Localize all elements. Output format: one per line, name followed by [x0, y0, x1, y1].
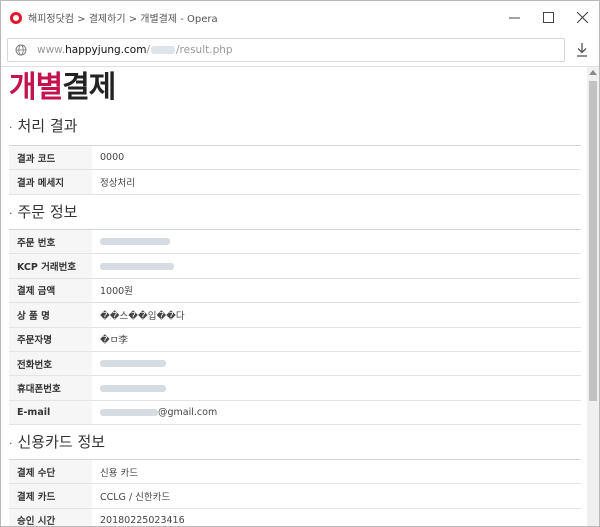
- row-label: 결과 메세지: [9, 169, 92, 195]
- row-value: [92, 253, 581, 279]
- page-title-accent: 개별: [9, 70, 63, 105]
- row-label: 전화번호: [9, 351, 92, 377]
- maximize-button[interactable]: [531, 1, 565, 34]
- table-row: 결과 메세지 정상처리: [9, 169, 581, 195]
- section-heading-result-text: 처리 결과: [17, 117, 78, 135]
- section-heading-card: · 신용카드 정보: [9, 431, 105, 452]
- maximize-icon: [542, 12, 554, 23]
- row-label: 주문 번호: [9, 229, 92, 255]
- download-icon[interactable]: [575, 42, 589, 58]
- row-label: 결과 코드: [9, 145, 92, 171]
- row-label: 결제 수단: [9, 459, 92, 485]
- row-label: 주문자명: [9, 327, 92, 352]
- url-text: www.happyjung.com//result.php: [37, 44, 233, 56]
- redacted-value: [100, 262, 174, 270]
- row-value: [92, 375, 581, 401]
- row-label: KCP 거래번호: [9, 253, 92, 279]
- page-content: 개별결제 · 처리 결과 결과 코드 0000 결과 메세지 정상처리 · 주문 정…: [1, 67, 587, 526]
- table-row: 승인 시간 20180225023416: [9, 508, 581, 526]
- section-heading-result: · 처리 결과: [9, 115, 77, 136]
- row-value: 20180225023416: [92, 508, 581, 526]
- table-row: 주문자명 �ㅁ李: [9, 327, 581, 352]
- redacted-value: [100, 408, 158, 416]
- redacted-value: [100, 238, 170, 246]
- result-table: 결과 코드 0000 결과 메세지 정상처리: [9, 145, 581, 195]
- vertical-scrollbar[interactable]: [587, 67, 599, 526]
- row-value: 1000원: [92, 278, 581, 304]
- row-value: @gmail.com: [92, 400, 581, 426]
- row-label: 휴대폰번호: [9, 375, 92, 401]
- window-controls: [497, 1, 599, 34]
- globe-icon: [15, 44, 27, 56]
- table-row: 주문 번호: [9, 229, 581, 255]
- row-value: [92, 229, 581, 255]
- redacted-value: [100, 360, 166, 368]
- bullet-icon: ·: [9, 121, 13, 134]
- table-row: 휴대폰번호: [9, 375, 581, 401]
- bullet-icon: ·: [9, 207, 13, 220]
- scroll-thumb[interactable]: [589, 81, 597, 401]
- table-row: E-mail @gmail.com: [9, 400, 581, 426]
- url-redacted: [150, 46, 175, 54]
- row-value: ��스��입��다: [92, 302, 581, 328]
- url-host: happyjung.com: [65, 44, 147, 56]
- scroll-up-button[interactable]: [587, 69, 599, 79]
- window-title: 해피정닷컴 > 결제하기 > 개별결제 - Opera: [28, 14, 218, 25]
- section-heading-order: · 주문 정보: [9, 201, 77, 222]
- row-label: 결제 금액: [9, 278, 92, 304]
- email-domain: @gmail.com: [158, 406, 218, 418]
- row-label: 승인 시간: [9, 508, 92, 526]
- row-value: 신용 카드: [92, 459, 581, 485]
- row-value: 0000: [92, 145, 581, 171]
- table-row: 결제 카드 CCLG / 신한카드: [9, 483, 581, 509]
- section-heading-order-text: 주문 정보: [17, 203, 78, 221]
- bullet-icon: ·: [9, 437, 13, 450]
- minimize-icon: [508, 17, 520, 19]
- redacted-value: [100, 384, 166, 392]
- table-row: 상 품 명 ��스��입��다: [9, 302, 581, 328]
- table-row: KCP 거래번호: [9, 253, 581, 279]
- chevron-up-icon: [589, 70, 597, 75]
- close-icon: [576, 12, 588, 23]
- close-button[interactable]: [565, 1, 599, 34]
- row-label: E-mail: [9, 400, 92, 426]
- browser-window: 해피정닷컴 > 결제하기 > 개별결제 - Opera www.happyjun…: [0, 0, 600, 527]
- order-table: 주문 번호 KCP 거래번호 결제 금액 1000원 상 품 명 ��스��입�…: [9, 229, 581, 426]
- row-label: 결제 카드: [9, 483, 92, 509]
- opera-logo-icon[interactable]: [10, 11, 22, 24]
- table-row: 결제 금액 1000원: [9, 278, 581, 304]
- section-heading-card-text: 신용카드 정보: [17, 433, 106, 451]
- table-row: 전화번호: [9, 351, 581, 377]
- table-row: 결과 코드 0000: [9, 145, 581, 171]
- row-value: �ㅁ李: [92, 327, 581, 352]
- page-title-rest: 결제: [62, 70, 116, 105]
- row-value: 정상처리: [92, 169, 581, 195]
- url-prefix: www.: [37, 44, 66, 56]
- row-value: CCLG / 신한카드: [92, 483, 581, 509]
- address-bar[interactable]: www.happyjung.com//result.php: [7, 38, 565, 62]
- row-label: 상 품 명: [9, 302, 92, 328]
- card-table: 결제 수단 신용 카드 결제 카드 CCLG / 신한카드 승인 시간 2018…: [9, 459, 581, 526]
- row-value: [92, 351, 581, 377]
- url-path: /result.php: [175, 44, 233, 56]
- minimize-button[interactable]: [497, 1, 531, 34]
- table-row: 결제 수단 신용 카드: [9, 459, 581, 485]
- title-bar: 해피정닷컴 > 결제하기 > 개별결제 - Opera: [1, 1, 599, 34]
- page-title: 개별결제: [9, 70, 116, 106]
